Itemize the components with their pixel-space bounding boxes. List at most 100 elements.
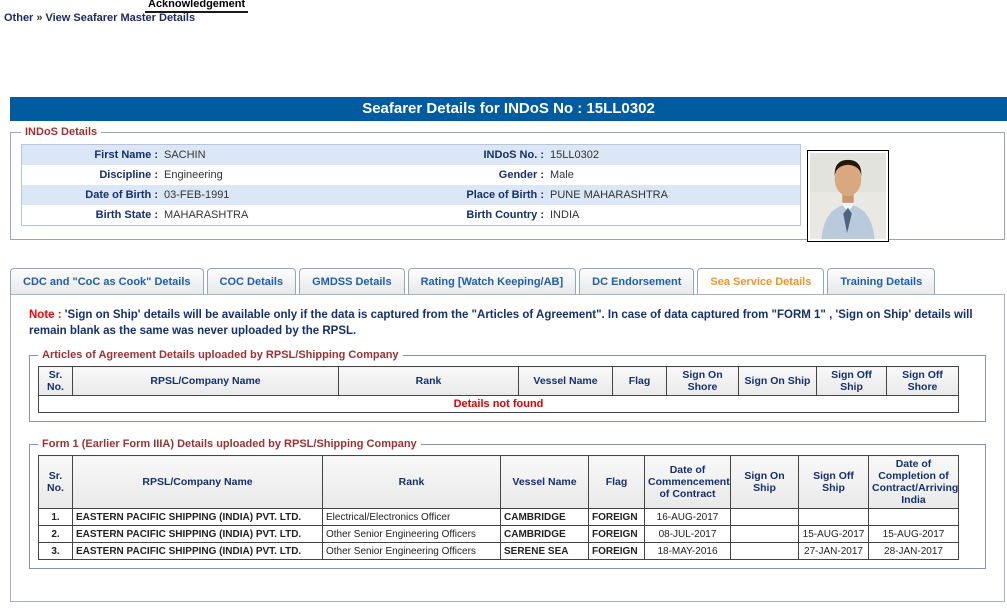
articles-of-agreement-table: Sr. No. RPSL/Company Name Rank Vessel Na…: [38, 366, 959, 413]
form1-col-rank: Rank: [323, 456, 501, 509]
form1-r3-completion: 28-JAN-2017: [869, 543, 959, 560]
form1-section: Form 1 (Earlier Form IIIA) Details uploa…: [29, 438, 986, 569]
form1-col-company: RPSL/Company Name: [73, 456, 323, 509]
form1-r1-completion: [869, 509, 959, 526]
form1-row-2: 2. EASTERN PACIFIC SHIPPING (INDIA) PVT.…: [39, 526, 959, 543]
form1-r1-sign-off-ship: [799, 509, 869, 526]
form1-header-row: Sr. No. RPSL/Company Name Rank Vessel Na…: [39, 456, 959, 509]
form1-r2-commencement: 08-JUL-2017: [645, 526, 731, 543]
form1-r3-flag: FOREIGN: [589, 543, 645, 560]
seafarer-photo: [807, 150, 889, 242]
details-not-found-message: Details not found: [39, 396, 959, 413]
articles-col-rank: Rank: [339, 367, 519, 396]
form1-legend: Form 1 (Earlier Form IIIA) Details uploa…: [38, 438, 421, 450]
articles-col-sign-off-ship: Sign Off Ship: [817, 367, 887, 396]
form1-r3-sign-on-ship: [731, 543, 799, 560]
tab-gmdss-details[interactable]: GMDSS Details: [299, 268, 404, 294]
detail-tabs: CDC and "CoC as Cook" Details COC Detail…: [10, 268, 935, 294]
first-name-label: First Name :: [22, 145, 164, 165]
form1-r2-sr: 2.: [39, 526, 73, 543]
indos-row-3: Date of Birth : 03-FEB-1991 Place of Bir…: [22, 185, 800, 205]
discipline-label: Discipline :: [22, 165, 164, 185]
form1-r2-flag: FOREIGN: [589, 526, 645, 543]
tab-sea-service-details[interactable]: Sea Service Details: [697, 268, 824, 294]
place-of-birth-label: Place of Birth :: [392, 185, 550, 205]
indos-no-value: 15LL0302: [550, 145, 800, 165]
articles-empty-row: Details not found: [39, 396, 959, 413]
birth-country-label: Birth Country :: [392, 205, 550, 225]
breadcrumb-separator: »: [33, 12, 45, 24]
indos-row-2: Discipline : Engineering Gender : Male: [22, 165, 800, 185]
discipline-value: Engineering: [164, 165, 392, 185]
birth-country-value: INDIA: [550, 205, 800, 225]
articles-col-sr-no: Sr. No.: [39, 367, 73, 396]
breadcrumb-root[interactable]: Other: [4, 12, 33, 24]
form1-table: Sr. No. RPSL/Company Name Rank Vessel Na…: [38, 455, 959, 560]
form1-r2-vessel: CAMBRIDGE: [501, 526, 589, 543]
form1-r1-sr: 1.: [39, 509, 73, 526]
indos-no-label: INDoS No. :: [392, 145, 550, 165]
tab-training-details[interactable]: Training Details: [827, 268, 935, 294]
articles-of-agreement-legend: Articles of Agreement Details uploaded b…: [38, 349, 403, 361]
sea-service-panel: Note : 'Sign on Ship' details will be av…: [10, 294, 1005, 602]
form1-r2-company: EASTERN PACIFIC SHIPPING (INDIA) PVT. LT…: [73, 526, 323, 543]
breadcrumb: Other»View Seafarer Master Details: [4, 12, 195, 24]
form1-r2-sign-on-ship: [731, 526, 799, 543]
tab-cdc-coc-cook-details[interactable]: CDC and "CoC as Cook" Details: [10, 268, 204, 294]
breadcrumb-current: View Seafarer Master Details: [45, 12, 195, 24]
note-text: 'Sign on Ship' details will be available…: [29, 309, 973, 337]
form1-r2-sign-off-ship: 15-AUG-2017: [799, 526, 869, 543]
form1-col-sign-on-ship: Sign On Ship: [731, 456, 799, 509]
place-of-birth-value: PUNE MAHARASHTRA: [550, 185, 800, 205]
form1-r3-sign-off-ship: 27-JAN-2017: [799, 543, 869, 560]
form1-col-sign-off-ship: Sign Off Ship: [799, 456, 869, 509]
form1-col-completion: Date of Completion of Contract/Arriving …: [869, 456, 959, 509]
gender-value: Male: [550, 165, 800, 185]
form1-r2-rank: Other Senior Engineering Officers: [323, 526, 501, 543]
tab-dc-endorsement[interactable]: DC Endorsement: [579, 268, 694, 294]
articles-of-agreement-section: Articles of Agreement Details uploaded b…: [29, 349, 986, 422]
form1-r1-commencement: 16-AUG-2017: [645, 509, 731, 526]
form1-row-1: 1. EASTERN PACIFIC SHIPPING (INDIA) PVT.…: [39, 509, 959, 526]
articles-col-sign-on-shore: Sign On Shore: [667, 367, 739, 396]
articles-col-flag: Flag: [613, 367, 667, 396]
indos-details-legend: INDoS Details: [21, 126, 101, 138]
articles-col-sign-off-shore: Sign Off Shore: [887, 367, 959, 396]
form1-r3-rank: Other Senior Engineering Officers: [323, 543, 501, 560]
tab-coc-details[interactable]: COC Details: [207, 268, 297, 294]
form1-r3-company: EASTERN PACIFIC SHIPPING (INDIA) PVT. LT…: [73, 543, 323, 560]
articles-header-row: Sr. No. RPSL/Company Name Rank Vessel Na…: [39, 367, 959, 396]
date-of-birth-value: 03-FEB-1991: [164, 185, 392, 205]
form1-r2-completion: 15-AUG-2017: [869, 526, 959, 543]
form1-r3-sr: 3.: [39, 543, 73, 560]
indos-row-1: First Name : SACHIN INDoS No. : 15LL0302: [22, 145, 800, 165]
indos-details-section: INDoS Details First Name : SACHIN INDoS …: [10, 126, 1005, 240]
form1-col-flag: Flag: [589, 456, 645, 509]
form1-r3-commencement: 18-MAY-2016: [645, 543, 731, 560]
seafarer-photo-image: [810, 153, 886, 239]
articles-col-vessel: Vessel Name: [519, 367, 613, 396]
note-prefix: Note :: [29, 309, 62, 321]
form1-r1-rank: Electrical/Electronics Officer: [323, 509, 501, 526]
form1-r1-flag: FOREIGN: [589, 509, 645, 526]
form1-r3-vessel: SERENE SEA: [501, 543, 589, 560]
indos-fields-box: First Name : SACHIN INDoS No. : 15LL0302…: [21, 144, 801, 226]
form1-col-vessel: Vessel Name: [501, 456, 589, 509]
form1-col-commencement: Date of Commencement of Contract: [645, 456, 731, 509]
birth-state-value: MAHARASHTRA: [164, 205, 392, 225]
form1-r1-company: EASTERN PACIFIC SHIPPING (INDIA) PVT. LT…: [73, 509, 323, 526]
first-name-value: SACHIN: [164, 145, 392, 165]
articles-col-sign-on-ship: Sign On Ship: [739, 367, 817, 396]
form1-col-sr-no: Sr. No.: [39, 456, 73, 509]
birth-state-label: Birth State :: [22, 205, 164, 225]
form1-r1-vessel: CAMBRIDGE: [501, 509, 589, 526]
page-title: Seafarer Details for INDoS No : 15LL0302: [10, 97, 1007, 121]
articles-col-company: RPSL/Company Name: [73, 367, 339, 396]
form1-r1-sign-on-ship: [731, 509, 799, 526]
form1-row-3: 3. EASTERN PACIFIC SHIPPING (INDIA) PVT.…: [39, 543, 959, 560]
indos-row-4: Birth State : MAHARASHTRA Birth Country …: [22, 205, 800, 225]
date-of-birth-label: Date of Birth :: [22, 185, 164, 205]
tab-rating-watch-keeping-ab[interactable]: Rating [Watch Keeping/AB]: [408, 268, 577, 294]
sign-on-ship-note: Note : 'Sign on Ship' details will be av…: [29, 307, 986, 339]
gender-label: Gender :: [392, 165, 550, 185]
